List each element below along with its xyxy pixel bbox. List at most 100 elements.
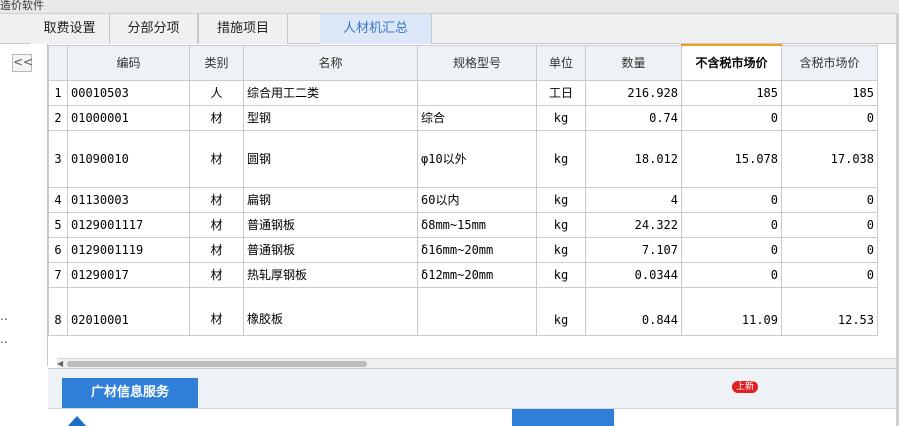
table-row[interactable]: 8 02010001 材 橡胶板 kg 0.844 11.09 12.53 <box>48 286 878 336</box>
cell-price-ex-tax[interactable]: 0 <box>681 186 782 213</box>
cell-price-in-tax[interactable]: 0 <box>781 261 878 288</box>
header-category[interactable]: 类别 <box>189 44 244 81</box>
cell-price-ex-tax[interactable]: 0 <box>681 236 782 263</box>
cell-quantity[interactable]: 0.844 <box>585 286 682 336</box>
cell-name[interactable]: 热轧厚钢板 <box>243 261 418 288</box>
cell-name[interactable]: 普通钢板 <box>243 211 418 238</box>
tab-measures[interactable]: 措施项目 <box>198 14 288 44</box>
cell-price-ex-tax[interactable]: 15.078 <box>681 129 782 188</box>
cell-unit[interactable]: 工日 <box>536 79 586 106</box>
header-price-ex-tax[interactable]: 不含税市场价 <box>681 44 782 81</box>
cell-unit[interactable]: kg <box>536 186 586 213</box>
header-unit[interactable]: 单位 <box>536 44 586 81</box>
cell-name[interactable]: 扁钢 <box>243 186 418 213</box>
cell-code[interactable]: 01290017 <box>67 261 190 288</box>
header-code[interactable]: 编码 <box>67 44 190 81</box>
cell-unit[interactable]: kg <box>536 286 586 336</box>
cell-code[interactable]: 0129001117 <box>67 211 190 238</box>
cell-code[interactable]: 01000001 <box>67 104 190 131</box>
cell-price-in-tax[interactable]: 0 <box>781 236 878 263</box>
tab-fee-settings[interactable]: 取费设置 <box>30 14 110 44</box>
cell-spec[interactable]: δ16mm~20mm <box>417 236 537 263</box>
cell-price-in-tax[interactable]: 0 <box>781 104 878 131</box>
truncated-tree-item[interactable]: .. <box>0 332 8 346</box>
cell-code[interactable]: 00010503 <box>67 79 190 106</box>
cell-spec[interactable]: δ12mm~20mm <box>417 261 537 288</box>
cell-code[interactable]: 01130003 <box>67 186 190 213</box>
cell-category[interactable]: 人 <box>189 79 244 106</box>
cell-price-ex-tax[interactable]: 11.09 <box>681 286 782 336</box>
cell-quantity[interactable]: 18.012 <box>585 129 682 188</box>
table-row[interactable]: 6 0129001119 材 普通钢板 δ16mm~20mm kg 7.107 … <box>48 236 878 263</box>
info-service-strip <box>48 408 899 426</box>
cell-spec[interactable] <box>417 79 537 106</box>
cell-spec[interactable]: 综合 <box>417 104 537 131</box>
cell-unit[interactable]: kg <box>536 129 586 188</box>
tab-material-info-service[interactable]: 广材信息服务 <box>62 378 198 408</box>
table-row[interactable]: 3 01090010 材 圆钢 φ10以外 kg 18.012 15.078 1… <box>48 129 878 188</box>
table-row[interactable]: 4 01130003 材 扁钢 60以内 kg 4 0 0 <box>48 186 878 213</box>
header-quantity[interactable]: 数量 <box>585 44 682 81</box>
truncated-tree-item[interactable]: .. <box>0 309 8 323</box>
table-header-row: 编码 类别 名称 规格型号 单位 数量 不含税市场价 含税市场价 <box>48 44 878 81</box>
cell-price-in-tax[interactable]: 185 <box>781 79 878 106</box>
cell-quantity[interactable]: 0.74 <box>585 104 682 131</box>
new-badge: 上新 <box>732 381 758 393</box>
cell-quantity[interactable]: 216.928 <box>585 79 682 106</box>
header-price-in-tax[interactable]: 含税市场价 <box>781 44 878 81</box>
collapse-left-panel-button[interactable]: << <box>12 54 33 72</box>
window-title: 造价软件 <box>0 0 44 12</box>
cell-price-ex-tax[interactable]: 185 <box>681 79 782 106</box>
cell-price-in-tax[interactable]: 0 <box>781 211 878 238</box>
row-seq: 1 <box>48 79 68 106</box>
cell-quantity[interactable]: 7.107 <box>585 236 682 263</box>
cell-price-in-tax[interactable]: 12.53 <box>781 286 878 336</box>
cell-code[interactable]: 02010001 <box>67 286 190 336</box>
cell-category[interactable]: 材 <box>189 286 244 336</box>
cell-category[interactable]: 材 <box>189 104 244 131</box>
cell-price-ex-tax[interactable]: 0 <box>681 211 782 238</box>
horizontal-scrollbar[interactable]: ◀ <box>57 358 899 368</box>
cell-unit[interactable]: kg <box>536 236 586 263</box>
summary-table: 编码 类别 名称 规格型号 单位 数量 不含税市场价 含税市场价 1 00010… <box>48 44 878 336</box>
cell-code[interactable]: 01090010 <box>67 129 190 188</box>
cell-quantity[interactable]: 0.0344 <box>585 261 682 288</box>
cell-quantity[interactable]: 4 <box>585 186 682 213</box>
cell-category[interactable]: 材 <box>189 261 244 288</box>
cell-name[interactable]: 橡胶板 <box>243 286 418 336</box>
cell-category[interactable]: 材 <box>189 236 244 263</box>
cell-spec[interactable] <box>417 286 537 336</box>
cell-unit[interactable]: kg <box>536 261 586 288</box>
cell-name[interactable]: 综合用工二类 <box>243 79 418 106</box>
cell-category[interactable]: 材 <box>189 129 244 188</box>
cell-price-ex-tax[interactable]: 0 <box>681 261 782 288</box>
service-highlight-block[interactable] <box>512 409 614 426</box>
cell-code[interactable]: 0129001119 <box>67 236 190 263</box>
cell-category[interactable]: 材 <box>189 186 244 213</box>
cell-price-ex-tax[interactable]: 0 <box>681 104 782 131</box>
cell-quantity[interactable]: 24.322 <box>585 211 682 238</box>
info-service-panel: 广材信息服务 上新 <box>48 368 899 426</box>
table-row[interactable]: 1 00010503 人 综合用工二类 工日 216.928 185 185 <box>48 79 878 106</box>
cell-price-in-tax[interactable]: 0 <box>781 186 878 213</box>
cell-spec[interactable]: φ10以外 <box>417 129 537 188</box>
cell-price-in-tax[interactable]: 17.038 <box>781 129 878 188</box>
cell-name[interactable]: 普通钢板 <box>243 236 418 263</box>
header-name[interactable]: 名称 <box>243 44 418 81</box>
cell-unit[interactable]: kg <box>536 104 586 131</box>
table-row[interactable]: 5 0129001117 材 普通钢板 δ8mm~15mm kg 24.322 … <box>48 211 878 238</box>
cell-category[interactable]: 材 <box>189 211 244 238</box>
header-spec[interactable]: 规格型号 <box>417 44 537 81</box>
scrollbar-thumb[interactable] <box>67 361 367 367</box>
service-logo-icon <box>66 416 88 426</box>
cell-name[interactable]: 圆钢 <box>243 129 418 188</box>
table-row[interactable]: 2 01000001 材 型钢 综合 kg 0.74 0 0 <box>48 104 878 131</box>
tab-subitems[interactable]: 分部分项 <box>110 14 198 44</box>
cell-unit[interactable]: kg <box>536 211 586 238</box>
cell-spec[interactable]: δ8mm~15mm <box>417 211 537 238</box>
table-row[interactable]: 7 01290017 材 热轧厚钢板 δ12mm~20mm kg 0.0344 … <box>48 261 878 288</box>
tab-labor-material-summary[interactable]: 人材机汇总 <box>320 14 432 44</box>
row-seq: 5 <box>48 211 68 238</box>
cell-name[interactable]: 型钢 <box>243 104 418 131</box>
cell-spec[interactable]: 60以内 <box>417 186 537 213</box>
